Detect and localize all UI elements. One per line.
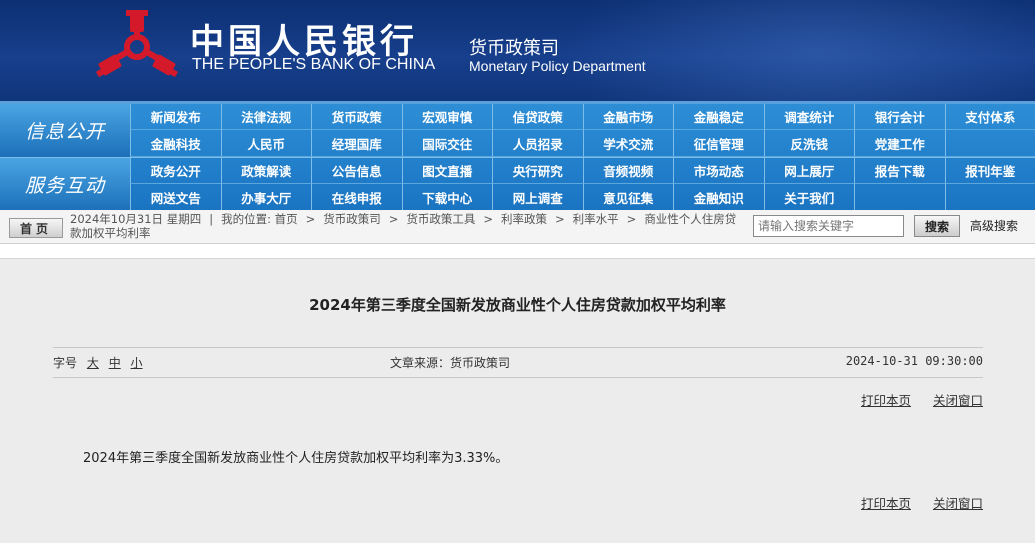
article-source: 文章来源：货币政策司	[390, 356, 511, 370]
search-button[interactable]: 搜索	[914, 215, 960, 237]
close-window-link[interactable]: 关闭窗口	[933, 393, 983, 408]
breadcrumb-item[interactable]: 利率水平	[573, 212, 619, 226]
breadcrumb-separator: >	[483, 212, 494, 226]
pboc-logo-icon	[96, 10, 178, 78]
breadcrumb-item[interactable]: 货币政策工具	[406, 212, 475, 226]
nav-item[interactable]: 人员招录	[492, 130, 583, 157]
nav-item[interactable]: 报告下载	[854, 158, 945, 184]
close-window-link[interactable]: 关闭窗口	[933, 496, 983, 511]
meta-divider-bottom	[53, 377, 983, 378]
article-tools-bottom: 打印本页 关闭窗口	[843, 493, 983, 512]
nav-item[interactable]: 支付体系	[944, 104, 1035, 130]
nav-item[interactable]: 金融科技	[130, 130, 221, 157]
main-nav: 信息公开 新闻发布 法律法规 货币政策 宏观审慎 信贷政策 金融市场 金融稳定 调查统计 银行会…	[0, 104, 1035, 211]
nav-item[interactable]: 政务公开	[130, 158, 221, 184]
nav-item[interactable]: 在线申报	[311, 184, 402, 211]
nav-item[interactable]: 办事大厅	[220, 184, 311, 211]
nav-item[interactable]: 网上展厅	[763, 158, 854, 184]
nav-item[interactable]: 下载中心	[401, 184, 492, 211]
nav-item[interactable]: 金融稳定	[673, 104, 764, 130]
print-page-link[interactable]: 打印本页	[861, 393, 911, 408]
breadcrumb-separator: >	[388, 212, 399, 226]
nav-item[interactable]: 网送文告	[130, 184, 221, 211]
breadcrumb-separator: >	[555, 212, 565, 226]
home-button[interactable]: 首页	[9, 218, 63, 238]
nav-item[interactable]: 报刊年鉴	[944, 158, 1035, 184]
nav-group-info: 信息公开 新闻发布 法律法规 货币政策 宏观审慎 信贷政策 金融市场 金融稳定 调查统计 银行会…	[0, 104, 1035, 157]
breadcrumb-item[interactable]: 货币政策司	[323, 212, 381, 226]
nav-item[interactable]: 信贷政策	[492, 104, 583, 130]
nav-item-empty	[944, 184, 1035, 211]
header-banner: 中国人民银行 THE PEOPLE'S BANK OF CHINA 货币政策司 …	[0, 0, 1035, 104]
nav-item[interactable]: 网上调查	[492, 184, 583, 211]
nav-item[interactable]: 公告信息	[311, 158, 402, 184]
font-size-label: 字号	[53, 356, 78, 370]
search-input[interactable]	[753, 215, 904, 237]
breadcrumb: 2024年10月31日 星期四 | 我的位置: 首页 > 货币政策司 > 货币政策工具 > 利率…	[70, 212, 742, 240]
article-datetime: 2024-10-31 09:30:00	[845, 354, 983, 368]
font-size-large[interactable]: 大	[87, 356, 99, 370]
nav-item[interactable]: 政策解读	[220, 158, 311, 184]
nav-item[interactable]: 图文直播	[401, 158, 492, 184]
nav-item[interactable]: 意见征集	[582, 184, 673, 211]
nav-item[interactable]: 宏观审慎	[401, 104, 492, 130]
page-root: 中国人民银行 THE PEOPLE'S BANK OF CHINA 货币政策司 …	[0, 0, 1035, 543]
nav-grid-service: 政务公开 政策解读 公告信息 图文直播 央行研究 音频视频 市场动态 网上展厅 报告下载 报刊年鉴…	[130, 158, 1035, 211]
nav-item[interactable]: 经理国库	[311, 130, 402, 157]
nav-item[interactable]: 银行会计	[854, 104, 945, 130]
meta-divider-top	[53, 347, 983, 348]
font-size-medium[interactable]: 中	[109, 356, 121, 370]
nav-item-empty	[944, 130, 1035, 157]
article-tools-top: 打印本页 关闭窗口	[843, 390, 983, 409]
nav-item[interactable]: 征信管理	[673, 130, 764, 157]
nav-item[interactable]: 音频视频	[582, 158, 673, 184]
nav-group-service: 服务互动 政务公开 政策解读 公告信息 图文直播 央行研究 音频视频 市场动态 网上展厅 报告下…	[0, 157, 1035, 211]
nav-item[interactable]: 货币政策	[311, 104, 402, 130]
nav-item[interactable]: 国际交往	[401, 130, 492, 157]
nav-item[interactable]: 金融知识	[673, 184, 764, 211]
article-title: 2024年第三季度全国新发放商业性个人住房贷款加权平均利率	[309, 296, 726, 314]
breadcrumb-separator: >	[305, 212, 316, 226]
nav-grid-info: 新闻发布 法律法规 货币政策 宏观审慎 信贷政策 金融市场 金融稳定 调查统计 银行会计 支付体系…	[130, 104, 1035, 157]
nav-item[interactable]: 反洗钱	[763, 130, 854, 157]
department-name-cn: 货币政策司	[469, 38, 559, 59]
location-label: 我的位置:	[221, 212, 271, 226]
bank-name-en: THE PEOPLE'S BANK OF CHINA	[192, 56, 436, 73]
print-page-link[interactable]: 打印本页	[861, 496, 911, 511]
nav-item[interactable]: 党建工作	[854, 130, 945, 157]
nav-item[interactable]: 法律法规	[220, 104, 311, 130]
current-date: 2024年10月31日 星期四	[70, 212, 202, 226]
banner-glow	[560, 0, 1035, 104]
advanced-search-link[interactable]: 高级搜索	[970, 217, 1018, 234]
breadcrumb-separator: |	[209, 212, 214, 226]
nav-item[interactable]: 金融市场	[582, 104, 673, 130]
department-name-en: Monetary Policy Department	[469, 58, 646, 74]
nav-group-title: 信息公开	[0, 104, 130, 157]
nav-item[interactable]: 调查统计	[763, 104, 854, 130]
nav-item[interactable]: 市场动态	[673, 158, 764, 184]
breadcrumb-item[interactable]: 首页	[275, 212, 298, 226]
nav-group-title: 服务互动	[0, 158, 130, 211]
nav-item[interactable]: 央行研究	[492, 158, 583, 184]
nav-item[interactable]: 关于我们	[763, 184, 854, 211]
breadcrumb-separator: >	[626, 212, 637, 226]
article-body: 2024年第三季度全国新发放商业性个人住房贷款加权平均利率为3.33%。	[83, 451, 509, 466]
font-size-small[interactable]: 小	[131, 356, 143, 370]
font-size-controls: 字号 大 中 小	[53, 354, 143, 371]
nav-item[interactable]: 学术交流	[582, 130, 673, 157]
nav-item[interactable]: 新闻发布	[130, 104, 221, 130]
nav-item[interactable]: 人民币	[220, 130, 311, 157]
breadcrumb-item[interactable]: 利率政策	[501, 212, 547, 226]
nav-item-empty	[854, 184, 945, 211]
